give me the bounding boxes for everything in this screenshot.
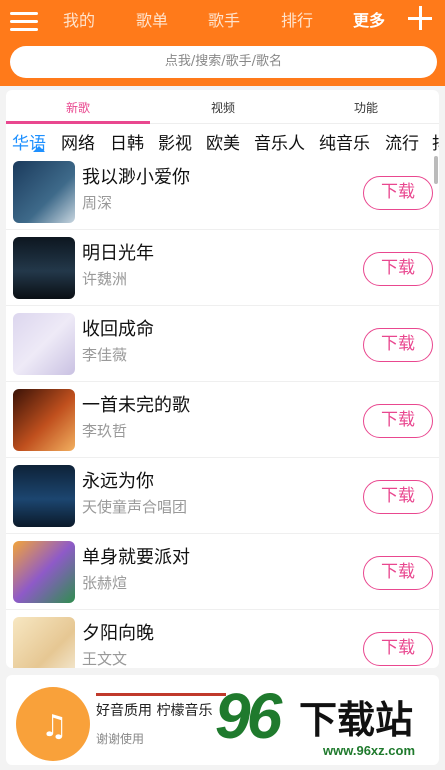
album-cover-image [13,313,75,375]
download-button[interactable]: 下载 [363,480,433,514]
top-nav: 我的 歌单 歌手 排行 更多 [0,0,445,38]
song-artist: 王文文 [82,650,128,668]
category-jpkr[interactable]: 日韩 [110,129,144,154]
song-row[interactable]: 我以渺小爱你 周深 下载 [6,154,439,230]
category-western[interactable]: 欧美 [206,129,240,154]
tab-features[interactable]: 功能 [316,99,416,116]
song-title: 单身就要派对 [82,547,190,568]
tab-indicator [6,121,150,124]
album-cover-image [13,541,75,603]
song-title: 永远为你 [82,471,154,492]
nav-more[interactable]: 更多 [353,7,385,31]
nav-my[interactable]: 我的 [63,7,95,31]
song-row[interactable]: 夕阳向晚 王文文 下载 [6,610,439,668]
nav-singer[interactable]: 歌手 [208,7,240,31]
app-header: 我的 歌单 歌手 排行 更多 点我/搜索/歌手/歌名 [0,0,445,86]
category-pure-music[interactable]: 纯音乐 [319,129,370,154]
watermark-logo: 96 下载站 www.96xz.com [215,680,443,767]
watermark-url: www.96xz.com [323,743,415,758]
album-cover-image [13,389,75,451]
album-cover-image [13,617,75,668]
song-row[interactable]: 一首未完的歌 李玖哲 下载 [6,382,439,458]
category-more[interactable]: 抖 [432,129,439,154]
watermark-text: 下载站 [299,698,414,742]
album-cover-image [13,465,75,527]
song-title: 我以渺小爱你 [82,167,190,188]
download-button[interactable]: 下载 [363,404,433,438]
song-title: 明日光年 [82,243,154,264]
tab-bar: 新歌 视频 功能 [6,90,439,124]
category-network[interactable]: 网络 [61,129,95,154]
now-playing-subtitle: 谢谢使用 [96,732,145,746]
download-button[interactable]: 下载 [363,252,433,286]
download-button[interactable]: 下载 [363,556,433,590]
music-note-icon: ♫ [41,709,68,744]
plus-icon[interactable] [408,6,432,30]
song-row[interactable]: 单身就要派对 张赫煊 下载 [6,534,439,610]
song-artist: 张赫煊 [82,574,128,592]
song-row[interactable]: 明日光年 许魏洲 下载 [6,230,439,306]
album-cover-image [13,237,75,299]
song-artist: 李玖哲 [82,422,128,440]
menu-icon[interactable] [10,10,38,32]
download-button[interactable]: 下载 [363,328,433,362]
tab-new-songs[interactable]: 新歌 [28,99,128,116]
category-musician[interactable]: 音乐人 [254,129,305,154]
player-disc[interactable]: ♫ [16,687,90,761]
song-artist: 李佳薇 [82,346,128,364]
progress-bar[interactable] [96,693,226,696]
download-button[interactable]: 下载 [363,176,433,210]
song-title: 一首未完的歌 [82,395,190,416]
song-artist: 许魏洲 [82,270,128,288]
download-button[interactable]: 下载 [363,632,433,666]
category-indicator-icon [33,146,45,152]
category-pop[interactable]: 流行 [385,129,419,154]
song-artist: 天使童声合唱团 [82,498,188,516]
watermark-96: 96 [215,680,282,752]
content-card: 新歌 视频 功能 华语 网络 日韩 影视 欧美 音乐人 纯音乐 流行 抖 我以渺… [6,90,439,668]
song-artist: 周深 [82,194,113,212]
song-title: 夕阳向晚 [82,623,154,644]
song-row[interactable]: 收回成命 李佳薇 下载 [6,306,439,382]
song-title: 收回成命 [82,319,154,340]
album-cover-image [13,161,75,223]
category-bar: 华语 网络 日韩 影视 欧美 音乐人 纯音乐 流行 抖 [6,126,439,154]
song-row[interactable]: 永远为你 天使童声合唱团 下载 [6,458,439,534]
nav-chart[interactable]: 排行 [281,7,313,31]
search-input[interactable]: 点我/搜索/歌手/歌名 [10,46,437,78]
category-film[interactable]: 影视 [158,129,192,154]
nav-playlist[interactable]: 歌单 [136,7,168,31]
now-playing-title: 好音质用 柠檬音乐 [96,703,213,719]
tab-video[interactable]: 视频 [173,99,273,116]
